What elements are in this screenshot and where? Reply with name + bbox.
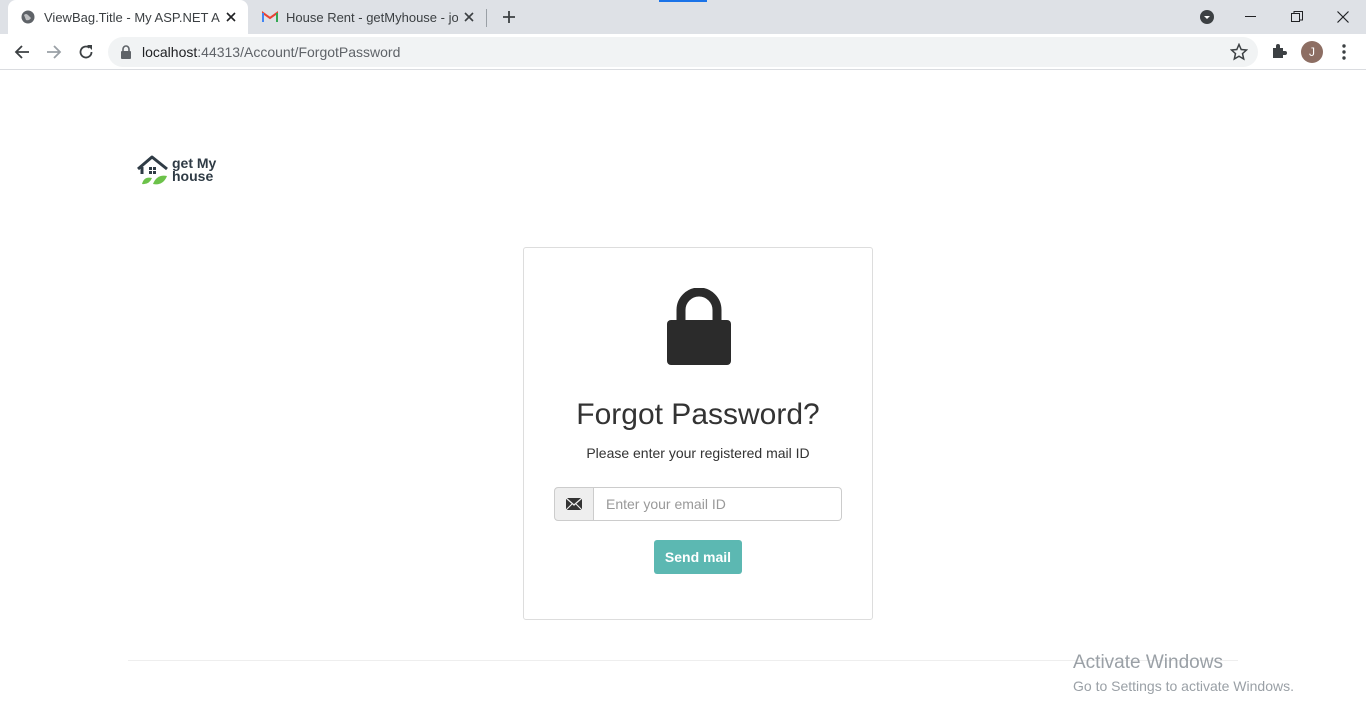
extensions-puzzle-icon[interactable] bbox=[1270, 42, 1288, 60]
loading-indicator bbox=[659, 0, 707, 2]
house-logo-icon bbox=[137, 155, 168, 185]
watermark-line-2: Go to Settings to activate Windows. bbox=[1073, 678, 1294, 694]
watermark-line-1: Activate Windows bbox=[1073, 652, 1223, 673]
tab-viewbag-title[interactable]: ViewBag.Title - My ASP.NET Application bbox=[8, 0, 248, 34]
tab-strip: ViewBag.Title - My ASP.NET Application H… bbox=[0, 0, 1366, 34]
email-input-group bbox=[554, 487, 842, 521]
bookmark-star-icon[interactable] bbox=[1230, 43, 1248, 61]
tab-divider bbox=[486, 9, 487, 27]
address-bar[interactable]: localhost:44313/Account/ForgotPassword bbox=[108, 37, 1258, 67]
gmail-icon bbox=[262, 9, 278, 25]
tab-title: ViewBag.Title - My ASP.NET Application bbox=[44, 9, 220, 25]
back-button[interactable] bbox=[8, 38, 36, 66]
page-subtitle: Please enter your registered mail ID bbox=[586, 445, 810, 461]
logo-line-2: house bbox=[172, 168, 214, 184]
url-host: localhost bbox=[142, 44, 198, 60]
padlock-icon bbox=[667, 288, 731, 365]
tab-house-rent[interactable]: House Rent - getMyhouse - jothi bbox=[250, 0, 486, 34]
more-menu-icon[interactable] bbox=[1336, 42, 1352, 62]
email-field[interactable] bbox=[594, 487, 842, 521]
close-tab-icon[interactable] bbox=[224, 10, 238, 24]
minimize-button[interactable] bbox=[1228, 0, 1274, 34]
url-text: localhost:44313/Account/ForgotPassword bbox=[142, 44, 400, 60]
profile-avatar[interactable]: J bbox=[1301, 41, 1323, 63]
lock-icon bbox=[121, 45, 131, 59]
site-logo[interactable]: get My house bbox=[137, 154, 227, 188]
browser-toolbar: localhost:44313/Account/ForgotPassword bbox=[0, 34, 1366, 70]
send-mail-button[interactable]: Send mail bbox=[654, 540, 742, 574]
reload-button[interactable] bbox=[72, 38, 100, 66]
envelope-icon bbox=[554, 487, 594, 521]
page-title: Forgot Password? bbox=[576, 398, 820, 431]
url-path: :44313/Account/ForgotPassword bbox=[197, 44, 401, 60]
footer-divider bbox=[128, 660, 1238, 661]
tab-search-icon[interactable] bbox=[1184, 0, 1230, 34]
close-window-button[interactable] bbox=[1320, 0, 1366, 34]
restore-button[interactable] bbox=[1274, 0, 1320, 34]
globe-icon bbox=[20, 9, 36, 25]
new-tab-button[interactable] bbox=[498, 7, 520, 27]
tab-title: House Rent - getMyhouse - jothi bbox=[286, 9, 458, 25]
forward-button[interactable] bbox=[40, 38, 68, 66]
close-tab-icon[interactable] bbox=[462, 10, 476, 24]
logo-text: get My house bbox=[172, 156, 216, 184]
windows-activation-watermark: Activate Windows Go to Settings to activ… bbox=[1073, 652, 1294, 694]
forgot-password-card: Forgot Password? Please enter your regis… bbox=[523, 247, 873, 620]
